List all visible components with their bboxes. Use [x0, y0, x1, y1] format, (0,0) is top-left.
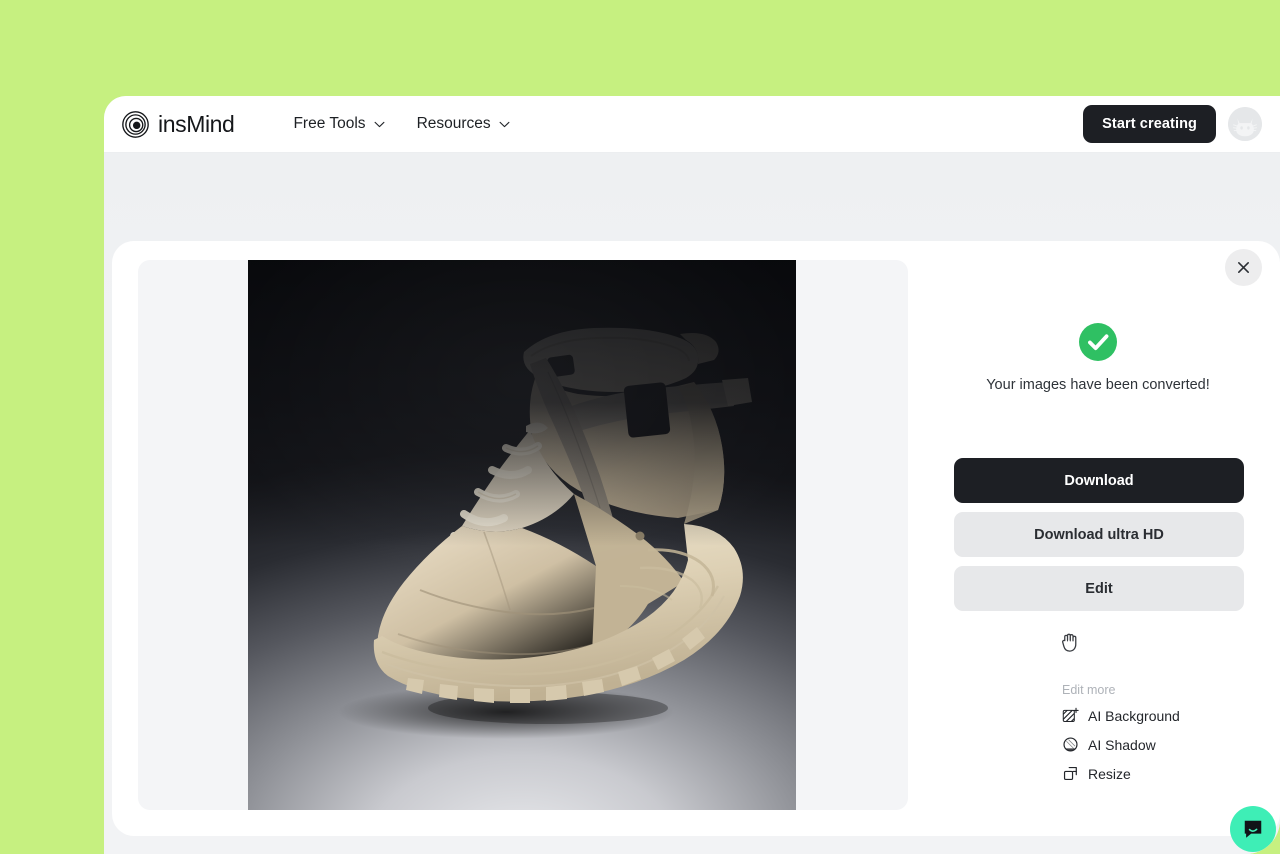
- edit-more-item-ai-shadow[interactable]: AI Shadow: [1062, 736, 1252, 753]
- edit-more-item-ai-background[interactable]: AI Background: [1062, 707, 1252, 724]
- photo-vignette: [248, 260, 796, 810]
- download-ultra-hd-button[interactable]: Download ultra HD: [954, 512, 1244, 557]
- edit-more-item-resize-label: Resize: [1088, 765, 1131, 782]
- edit-button[interactable]: Edit: [954, 566, 1244, 611]
- edit-more-item-ai-shadow-label: AI Shadow: [1088, 736, 1156, 753]
- brand-logo[interactable]: insMind: [122, 110, 235, 138]
- chat-launcher-button[interactable]: [1230, 806, 1276, 852]
- nav-right-group: Start creating: [1083, 105, 1262, 143]
- edit-more-section: Edit more AI Background AI Shadow Resize: [1062, 683, 1252, 794]
- chevron-down-icon: [374, 121, 385, 127]
- close-button[interactable]: [1225, 249, 1262, 286]
- start-creating-button[interactable]: Start creating: [1083, 105, 1216, 143]
- conversion-result-modal: Your images have been converted! Downloa…: [112, 241, 1280, 836]
- brand-name: insMind: [158, 110, 235, 137]
- result-side-panel: Your images have been converted! Downloa…: [938, 260, 1258, 810]
- download-button[interactable]: Download: [954, 458, 1244, 503]
- hatch-plus-icon: [1062, 707, 1079, 722]
- overlapping-rects-icon: [1063, 766, 1077, 781]
- close-icon: [1238, 262, 1249, 273]
- image-preview-pane: [138, 260, 908, 810]
- nav-item-resources[interactable]: Resources: [417, 115, 510, 133]
- chevron-down-icon: [499, 121, 510, 127]
- nav-links: Free Tools Resources: [293, 115, 510, 133]
- check-circle-icon: [1079, 323, 1117, 361]
- chat-bubble-icon: [1244, 820, 1262, 838]
- nav-left-group: insMind Free Tools Resources: [122, 110, 510, 138]
- hand-grab-icon: [1062, 633, 1077, 652]
- status-block: Your images have been converted!: [938, 323, 1258, 393]
- converted-image[interactable]: [248, 260, 796, 810]
- edit-more-label: Edit more: [1062, 683, 1116, 697]
- shaded-circle-icon: [1063, 737, 1078, 752]
- nav-item-resources-label: Resources: [416, 115, 491, 132]
- top-navigation-bar: insMind Free Tools Resources Start creat…: [104, 96, 1280, 153]
- concentric-circles-icon: [122, 110, 149, 138]
- avatar[interactable]: [1228, 107, 1262, 141]
- edit-more-item-resize[interactable]: Resize: [1062, 765, 1252, 782]
- edit-more-item-ai-background-label: AI Background: [1088, 707, 1180, 724]
- nav-item-free-tools[interactable]: Free Tools: [293, 115, 385, 133]
- status-message: Your images have been converted!: [986, 377, 1210, 393]
- nav-item-free-tools-label: Free Tools: [293, 115, 366, 132]
- app-canvas: insMind Free Tools Resources Start creat…: [0, 0, 1280, 854]
- page-body: Your images have been converted! Downloa…: [104, 153, 1280, 854]
- site-shell: insMind Free Tools Resources Start creat…: [104, 96, 1280, 854]
